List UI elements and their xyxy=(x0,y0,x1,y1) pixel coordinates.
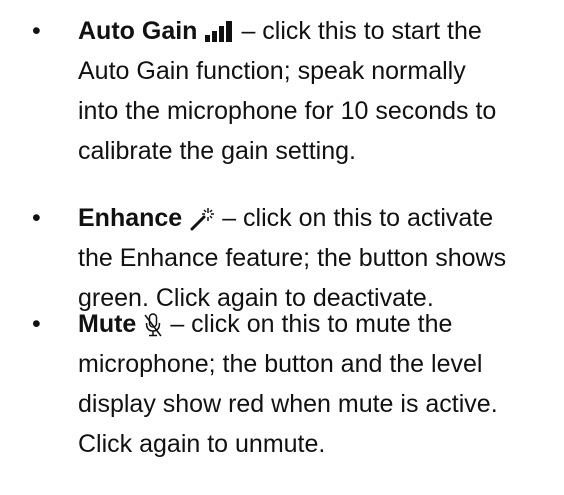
item-line: display show red when mute is active. xyxy=(78,390,498,418)
feature-description: – click on this to mute the xyxy=(170,310,453,338)
item-line: Mute – click on this to mute the xyxy=(78,304,452,344)
bullet: • xyxy=(32,204,41,232)
item-line: calibrate the gain setting. xyxy=(78,137,356,165)
feature-title: Enhance xyxy=(78,204,183,232)
item-line: Auto Gain – click this to start the xyxy=(78,11,482,51)
signal-bars-icon xyxy=(204,20,234,44)
feature-description: – click on this to activate xyxy=(222,204,494,232)
bullet: • xyxy=(32,310,41,338)
muted-microphone-icon xyxy=(143,312,163,338)
feature-title: Auto Gain xyxy=(78,17,198,45)
item-line: into the microphone for 10 seconds to xyxy=(78,97,497,125)
item-line: Auto Gain function; speak normally xyxy=(78,57,466,85)
item-line: Enhance – click on this to activate xyxy=(78,198,493,238)
item-line: Click again to unmute. xyxy=(78,430,326,458)
item-line: the Enhance feature; the button shows xyxy=(78,244,507,272)
feature-description: – click this to start the xyxy=(241,17,482,45)
feature-title: Mute xyxy=(78,310,137,338)
magic-wand-icon xyxy=(189,206,215,232)
bullet: • xyxy=(32,17,41,45)
item-line: microphone; the button and the level xyxy=(78,350,483,378)
